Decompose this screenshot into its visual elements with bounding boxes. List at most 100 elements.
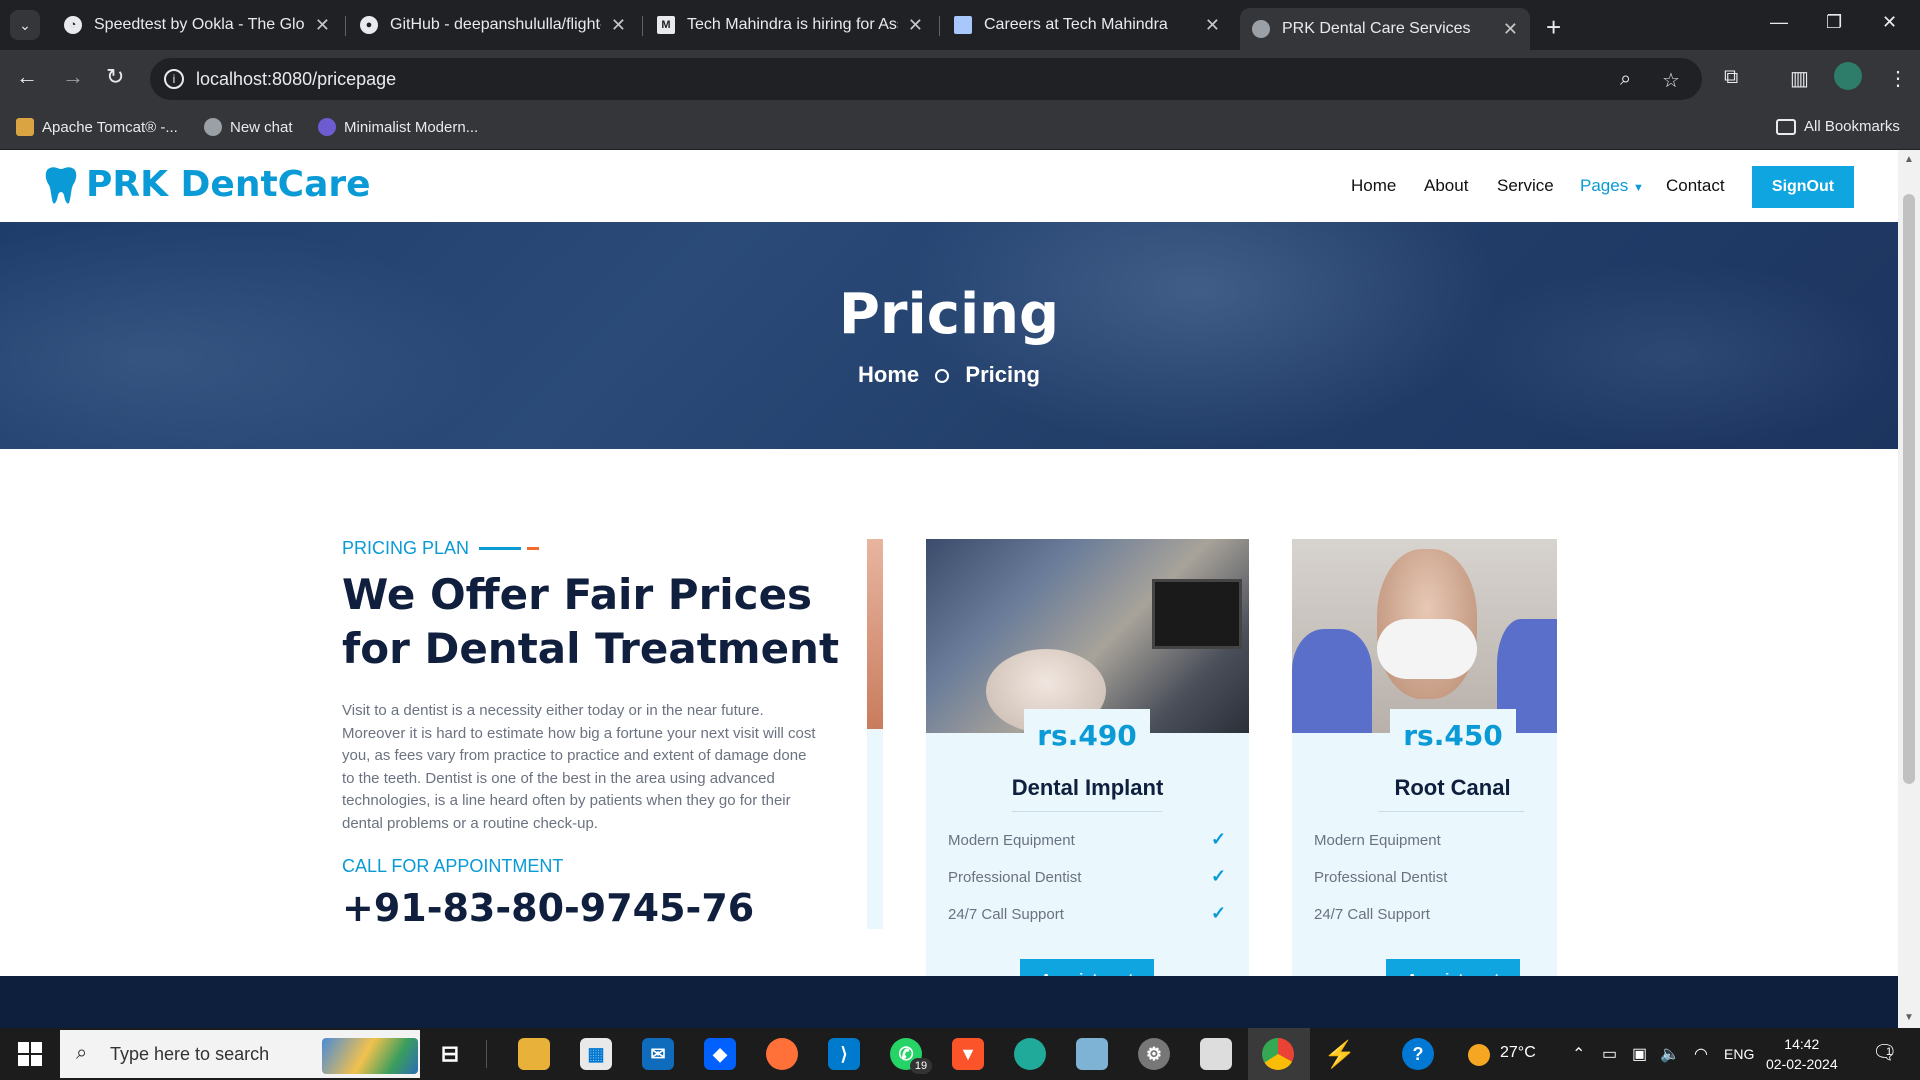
dropbox-icon[interactable]: ◆ bbox=[704, 1038, 736, 1070]
restore-window-icon[interactable]: ❐ bbox=[1826, 12, 1842, 33]
close-tab-icon[interactable]: ✕ bbox=[1205, 15, 1220, 36]
windows-start-icon[interactable] bbox=[18, 1042, 42, 1066]
nav-about[interactable]: About bbox=[1424, 176, 1468, 196]
document-favicon-icon bbox=[954, 16, 972, 34]
pricing-plan-text: PRICING PLAN bbox=[342, 538, 470, 558]
taskbar-divider bbox=[486, 1040, 487, 1068]
root-canal-photo bbox=[1292, 539, 1557, 733]
bookmark-star-icon[interactable]: ☆ bbox=[1662, 68, 1680, 93]
notifications-icon[interactable]: 🗨 bbox=[1872, 1040, 1897, 1065]
breadcrumb-home[interactable]: Home bbox=[858, 362, 919, 387]
globe-favicon-icon bbox=[1252, 20, 1270, 38]
monitor-in-photo bbox=[1152, 579, 1242, 649]
edge-icon[interactable] bbox=[1014, 1038, 1046, 1070]
close-tab-icon[interactable]: ✕ bbox=[908, 15, 923, 36]
tab-prk-dental-active[interactable]: PRK Dental Care Services ✕ bbox=[1240, 8, 1530, 50]
chrome-icon[interactable] bbox=[1262, 1038, 1294, 1070]
feature-item: Professional Dentist bbox=[1314, 869, 1448, 886]
side-panel-icon[interactable]: ▥ bbox=[1790, 66, 1809, 91]
check-icon: ✓ bbox=[1211, 866, 1227, 886]
brand-logo[interactable]: PRK DentCare bbox=[44, 164, 371, 205]
close-tab-icon[interactable]: ✕ bbox=[1503, 19, 1518, 40]
tab-github[interactable]: ● GitHub - deepanshululla/flight- ✕ bbox=[348, 6, 638, 44]
address-bar[interactable]: i localhost:8080/pricepage ⌕ ☆ bbox=[150, 58, 1702, 100]
folder-icon bbox=[1776, 118, 1796, 135]
site-info-icon[interactable]: i bbox=[164, 69, 184, 89]
meet-now-icon[interactable]: ▣ bbox=[1632, 1044, 1647, 1064]
page-scrollbar[interactable]: ▲ ▼ bbox=[1898, 150, 1920, 1028]
clock-date: 02-02-2024 bbox=[1766, 1056, 1838, 1072]
taskbar-search-box[interactable]: ⌕ Type here to search bbox=[60, 1030, 420, 1078]
bookmark-label: Apache Tomcat® -... bbox=[42, 118, 178, 136]
back-arrow-icon[interactable]: ← bbox=[16, 64, 38, 90]
tab-search-button[interactable]: ⌄ bbox=[10, 10, 40, 40]
browser-toolbar: ← → ↻ i localhost:8080/pricepage ⌕ ☆ ⧉ ▥… bbox=[0, 50, 1920, 108]
nav-home[interactable]: Home bbox=[1351, 176, 1396, 196]
new-tab-plus-icon[interactable]: + bbox=[1546, 12, 1561, 43]
bookmark-apache-tomcat[interactable]: Apache Tomcat® -... bbox=[16, 118, 178, 136]
scrollbar-thumb[interactable] bbox=[1903, 194, 1915, 784]
hero-title: Pricing bbox=[838, 282, 1060, 347]
check-icon: ✓ bbox=[1211, 829, 1227, 849]
wifi-icon[interactable]: ◠ bbox=[1694, 1044, 1708, 1064]
battery-icon[interactable]: ▭ bbox=[1602, 1044, 1617, 1064]
signout-button[interactable]: SignOut bbox=[1752, 166, 1854, 208]
speedtest-favicon-icon: ◔ bbox=[64, 16, 82, 34]
bookmark-label: New chat bbox=[230, 118, 293, 136]
all-bookmarks[interactable]: All Bookmarks bbox=[1776, 118, 1900, 135]
vscode-icon[interactable]: ⟩ bbox=[828, 1038, 860, 1070]
close-tab-icon[interactable]: ✕ bbox=[611, 15, 626, 36]
language-indicator[interactable]: ENG bbox=[1724, 1046, 1754, 1062]
forward-arrow-icon[interactable]: → bbox=[62, 64, 84, 90]
breadcrumb-current: Pricing bbox=[965, 362, 1040, 387]
firefox-icon[interactable] bbox=[766, 1038, 798, 1070]
brand-name: PRK DentCare bbox=[86, 164, 371, 205]
github-favicon-icon: ● bbox=[360, 16, 378, 34]
scroll-down-arrow-icon[interactable]: ▼ bbox=[1904, 1012, 1914, 1023]
reload-icon[interactable]: ↻ bbox=[106, 64, 124, 90]
tab-title: Tech Mahindra is hiring for Asso bbox=[687, 16, 898, 33]
tab-title: Careers at Tech Mahindra bbox=[984, 16, 1168, 33]
volume-icon[interactable]: 🔈 bbox=[1660, 1044, 1680, 1064]
show-hidden-icons-chevron-icon[interactable]: ⌃ bbox=[1572, 1044, 1585, 1064]
tab-tech-mahindra-hiring[interactable]: M Tech Mahindra is hiring for Asso ✕ bbox=[645, 6, 935, 44]
profile-avatar[interactable] bbox=[1834, 62, 1862, 90]
extensions-puzzle-icon[interactable]: ⧉ bbox=[1724, 66, 1738, 89]
mail-icon[interactable]: ✉ bbox=[642, 1038, 674, 1070]
pricing-plan-label: PRICING PLAN bbox=[342, 538, 540, 559]
tab-careers-tech-mahindra[interactable]: Careers at Tech Mahindra ✕ bbox=[942, 6, 1232, 44]
microsoft-store-icon[interactable]: ▦ bbox=[580, 1038, 612, 1070]
browser-tab-strip: ⌄ ◔ Speedtest by Ookla - The Global ✕ ● … bbox=[0, 0, 1920, 50]
tab-speedtest[interactable]: ◔ Speedtest by Ookla - The Global ✕ bbox=[52, 6, 342, 44]
minimize-window-icon[interactable]: — bbox=[1770, 12, 1788, 33]
system-clock[interactable]: 14:42 02-02-2024 bbox=[1766, 1034, 1838, 1074]
temperature-text[interactable]: 27°C bbox=[1500, 1044, 1536, 1062]
nav-contact[interactable]: Contact bbox=[1666, 176, 1725, 196]
scroll-up-arrow-icon[interactable]: ▲ bbox=[1904, 154, 1914, 165]
zoom-search-icon[interactable]: ⌕ bbox=[1620, 68, 1631, 91]
close-tab-icon[interactable]: ✕ bbox=[315, 15, 330, 36]
search-icon: ⌕ bbox=[76, 1042, 88, 1064]
dental-implant-photo bbox=[926, 539, 1249, 733]
bookmark-new-chat[interactable]: New chat bbox=[204, 118, 293, 136]
brave-icon[interactable]: ▼ bbox=[952, 1038, 984, 1070]
carousel-prev-card-image bbox=[867, 539, 883, 729]
weather-sun-icon[interactable] bbox=[1468, 1044, 1490, 1066]
face-mask-in-photo bbox=[1377, 619, 1477, 679]
bookmark-minimalist-modern[interactable]: Minimalist Modern... bbox=[318, 118, 478, 136]
notepad-icon[interactable] bbox=[1076, 1038, 1108, 1070]
menu-kebab-icon[interactable]: ⋮ bbox=[1888, 66, 1908, 91]
nav-service[interactable]: Service bbox=[1497, 176, 1554, 196]
bookmarks-bar: Apache Tomcat® -... New chat Minimalist … bbox=[0, 108, 1920, 150]
app-window-icon[interactable] bbox=[1200, 1038, 1232, 1070]
nav-pages-dropdown[interactable]: Pages ▼ bbox=[1580, 176, 1644, 196]
url-text[interactable]: localhost:8080/pricepage bbox=[196, 69, 396, 90]
file-explorer-icon[interactable] bbox=[518, 1038, 550, 1070]
settings-gear-icon[interactable]: ⚙ bbox=[1138, 1038, 1170, 1070]
close-window-icon[interactable]: ✕ bbox=[1882, 12, 1897, 33]
tab-title: PRK Dental Care Services bbox=[1282, 20, 1471, 37]
task-view-icon[interactable]: ⊟ bbox=[434, 1038, 466, 1070]
power-automate-icon[interactable]: ⚡ bbox=[1324, 1038, 1356, 1070]
bookmark-label: Minimalist Modern... bbox=[344, 118, 479, 136]
help-icon[interactable]: ? bbox=[1402, 1038, 1434, 1070]
